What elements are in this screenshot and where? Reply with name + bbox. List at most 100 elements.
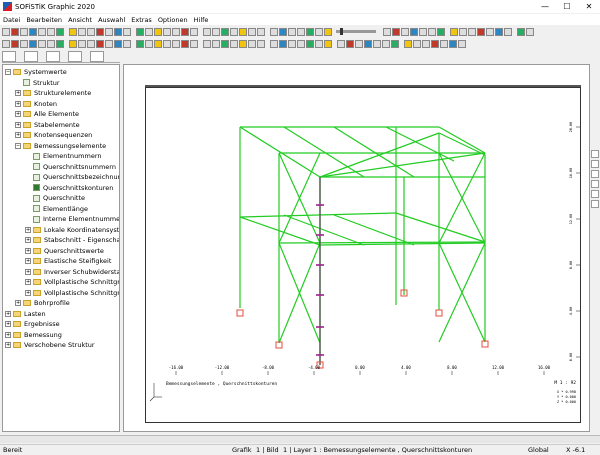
toolbar-button[interactable] <box>279 39 287 48</box>
toolbar-button[interactable] <box>419 27 427 36</box>
close-button[interactable]: ✕ <box>578 0 600 13</box>
side-button[interactable] <box>591 200 599 208</box>
toolbar-button[interactable] <box>145 27 153 36</box>
toolbar-button[interactable] <box>239 39 247 48</box>
toolbar-button[interactable] <box>458 39 466 48</box>
toolbar-button[interactable] <box>105 27 113 36</box>
toolbar-button[interactable] <box>181 27 189 36</box>
toolbar-button[interactable] <box>47 39 55 48</box>
tree-item[interactable]: − Bemessungselemente <box>15 141 106 151</box>
tree-item[interactable]: + Querschnittswerte <box>25 246 104 256</box>
toolbar-button[interactable] <box>270 27 278 36</box>
tree-item[interactable]: Querschnittsbezeichnungen <box>25 172 119 182</box>
toolbar-button[interactable] <box>69 39 77 48</box>
expand-icon[interactable]: + <box>25 268 31 275</box>
side-button[interactable] <box>591 180 599 188</box>
toolbar-button[interactable] <box>495 27 503 36</box>
graphic-viewport[interactable]: -16.00 -12.00 -8.00 -4.00 0.00 4.00 8.00 12.00 1… <box>123 64 590 432</box>
toolbar-button[interactable] <box>431 39 439 48</box>
toolbar-button[interactable] <box>145 39 153 48</box>
toolbar-button[interactable] <box>401 27 409 36</box>
tree-item[interactable]: + Strukturelemente <box>15 88 91 98</box>
toolbar-button[interactable] <box>410 27 418 36</box>
toolbar-button[interactable] <box>270 39 278 48</box>
tree-item[interactable]: + Vollplastische Schnittgröße, <box>25 288 119 298</box>
toolbar-button[interactable] <box>20 39 28 48</box>
toolbar-button[interactable] <box>230 39 238 48</box>
tab-labels[interactable] <box>24 51 38 62</box>
expand-icon[interactable]: + <box>5 310 11 317</box>
tree-item[interactable]: + Lokale Koordinatensysteme <box>25 225 119 235</box>
toolbar-button[interactable] <box>114 27 122 36</box>
tab-folder[interactable] <box>90 51 104 62</box>
toolbar-button[interactable] <box>306 27 314 36</box>
toolbar-button[interactable] <box>248 27 256 36</box>
toolbar-button[interactable] <box>440 39 448 48</box>
toolbar-button[interactable] <box>504 27 512 36</box>
toolbar-button[interactable] <box>288 39 296 48</box>
toolbar-button[interactable] <box>190 39 198 48</box>
toolbar-button[interactable] <box>181 39 189 48</box>
menu-bearbeiten[interactable]: Bearbeiten <box>23 16 65 24</box>
tree-item[interactable]: Elementlänge <box>25 204 88 214</box>
tree-item[interactable]: + Knoten <box>15 99 57 109</box>
toolbar-button[interactable] <box>47 27 55 36</box>
toolbar-button[interactable] <box>2 39 10 48</box>
menu-optionen[interactable]: Optionen <box>155 16 191 24</box>
toolbar-button[interactable] <box>163 39 171 48</box>
expand-icon[interactable]: + <box>25 289 31 296</box>
collapse-icon[interactable]: − <box>5 69 11 75</box>
tree-item[interactable]: Elementnummern <box>25 151 102 161</box>
toolbar-button[interactable] <box>87 27 95 36</box>
toolbar-button[interactable] <box>248 39 256 48</box>
tree-item[interactable]: + Bemessung <box>5 330 62 340</box>
zoom-slider[interactable] <box>336 28 376 35</box>
expand-icon[interactable]: + <box>5 342 11 348</box>
toolbar-button[interactable] <box>203 39 211 48</box>
toolbar-button[interactable] <box>297 39 305 48</box>
tree-item[interactable]: Querschnitte <box>25 193 85 203</box>
toolbar-button[interactable] <box>38 27 46 36</box>
toolbar-button[interactable] <box>172 39 180 48</box>
toolbar-button[interactable] <box>437 27 445 36</box>
toolbar-button[interactable] <box>428 27 436 36</box>
tab-scale[interactable] <box>46 51 60 62</box>
toolbar-button[interactable] <box>337 39 345 48</box>
toolbar-button[interactable] <box>154 27 162 36</box>
toolbar-button[interactable] <box>450 27 458 36</box>
toolbar-button[interactable] <box>468 27 476 36</box>
toolbar-button[interactable] <box>364 39 372 48</box>
toolbar-button[interactable] <box>486 27 494 36</box>
tree-item[interactable]: + Knotensequenzen <box>15 130 92 140</box>
toolbar-button[interactable] <box>324 27 332 36</box>
toolbar-button[interactable] <box>239 27 247 36</box>
expand-icon[interactable]: + <box>25 226 31 233</box>
toolbar-button[interactable] <box>87 39 95 48</box>
expand-icon[interactable]: + <box>15 111 21 117</box>
expand-icon[interactable]: + <box>15 132 21 138</box>
tree-item[interactable]: + Verschobene Struktur <box>5 340 95 350</box>
toolbar-button[interactable] <box>105 39 113 48</box>
toolbar-button[interactable] <box>404 39 412 48</box>
toolbar-button[interactable] <box>56 39 64 48</box>
toolbar-button[interactable] <box>306 39 314 48</box>
toolbar-button[interactable] <box>382 39 390 48</box>
toolbar-button[interactable] <box>56 27 64 36</box>
toolbar-button[interactable] <box>221 39 229 48</box>
expand-icon[interactable]: + <box>25 247 31 254</box>
tab-tree[interactable] <box>2 51 16 62</box>
toolbar-button[interactable] <box>288 27 296 36</box>
toolbar-button[interactable] <box>517 27 525 36</box>
toolbar-button[interactable] <box>212 27 220 36</box>
toolbar-button[interactable] <box>257 39 265 48</box>
expand-icon[interactable]: + <box>5 331 11 338</box>
expand-icon[interactable]: + <box>25 237 31 243</box>
toolbar-button[interactable] <box>212 39 220 48</box>
toolbar-button[interactable] <box>477 27 485 36</box>
toolbar-button[interactable] <box>29 39 37 48</box>
tree-item[interactable]: + Stabelemente <box>15 120 80 130</box>
toolbar-button[interactable] <box>78 39 86 48</box>
toolbar-button[interactable] <box>355 39 363 48</box>
tree-item[interactable]: + Inverser Schubwiderstand <box>25 267 119 277</box>
tree-item[interactable]: + Bohrprofile <box>15 298 70 308</box>
